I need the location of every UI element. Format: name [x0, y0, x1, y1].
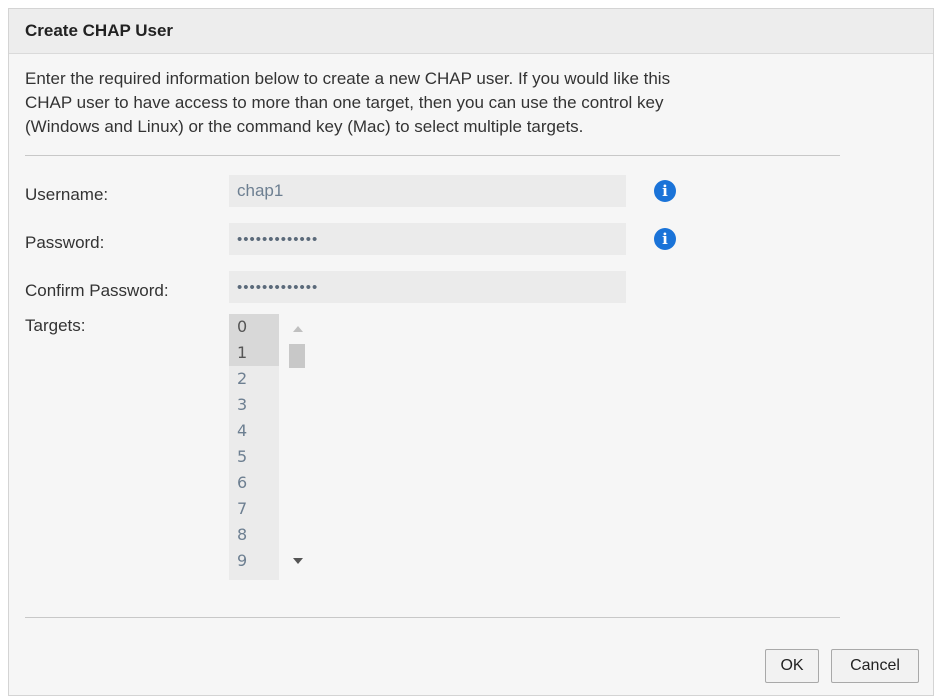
password-label: Password:	[25, 233, 105, 252]
scroll-up-arrow-icon[interactable]	[293, 326, 303, 332]
intro-text: Enter the required information below to …	[25, 67, 825, 139]
targets-label: Targets:	[25, 316, 86, 335]
target-item-5[interactable]: 5	[229, 444, 279, 470]
ok-button[interactable]: OK	[765, 649, 819, 683]
confirm-password-field[interactable]: •••••••••••••	[229, 271, 626, 303]
target-item-2[interactable]: 2	[229, 366, 279, 392]
intro-line: (Windows and Linux) or the command key (…	[25, 117, 584, 136]
targets-scrollbar[interactable]	[289, 314, 309, 580]
target-item-8[interactable]: 8	[229, 522, 279, 548]
targets-listbox[interactable]: 0 1 2 3 4 5 6 7 8 9	[229, 314, 309, 580]
username-info-icon[interactable]: i	[654, 180, 676, 202]
dialog-title: Create CHAP User	[25, 21, 174, 40]
confirm-password-label: Confirm Password:	[25, 281, 169, 300]
target-item-1[interactable]: 1	[229, 340, 279, 366]
create-chap-user-dialog: Create CHAP User Enter the required info…	[8, 8, 934, 696]
password-info-icon[interactable]: i	[654, 228, 676, 250]
target-item-4[interactable]: 4	[229, 418, 279, 444]
target-item-0[interactable]: 0	[229, 314, 279, 340]
target-item-9[interactable]: 9	[229, 548, 279, 574]
scroll-down-arrow-icon[interactable]	[293, 558, 303, 564]
password-field[interactable]: •••••••••••••	[229, 223, 626, 255]
intro-line: Enter the required information below to …	[25, 69, 671, 88]
top-divider	[25, 155, 840, 156]
username-field[interactable]: chap1	[229, 175, 626, 207]
target-item-6[interactable]: 6	[229, 470, 279, 496]
bottom-divider	[25, 617, 840, 618]
scrollbar-thumb[interactable]	[289, 344, 305, 368]
cancel-button[interactable]: Cancel	[831, 649, 919, 683]
targets-list[interactable]: 0 1 2 3 4 5 6 7 8 9	[229, 314, 279, 580]
intro-line: CHAP user to have access to more than on…	[25, 93, 664, 112]
target-item-3[interactable]: 3	[229, 392, 279, 418]
dialog-titlebar: Create CHAP User	[9, 9, 933, 54]
username-label: Username:	[25, 185, 109, 204]
target-item-7[interactable]: 7	[229, 496, 279, 522]
